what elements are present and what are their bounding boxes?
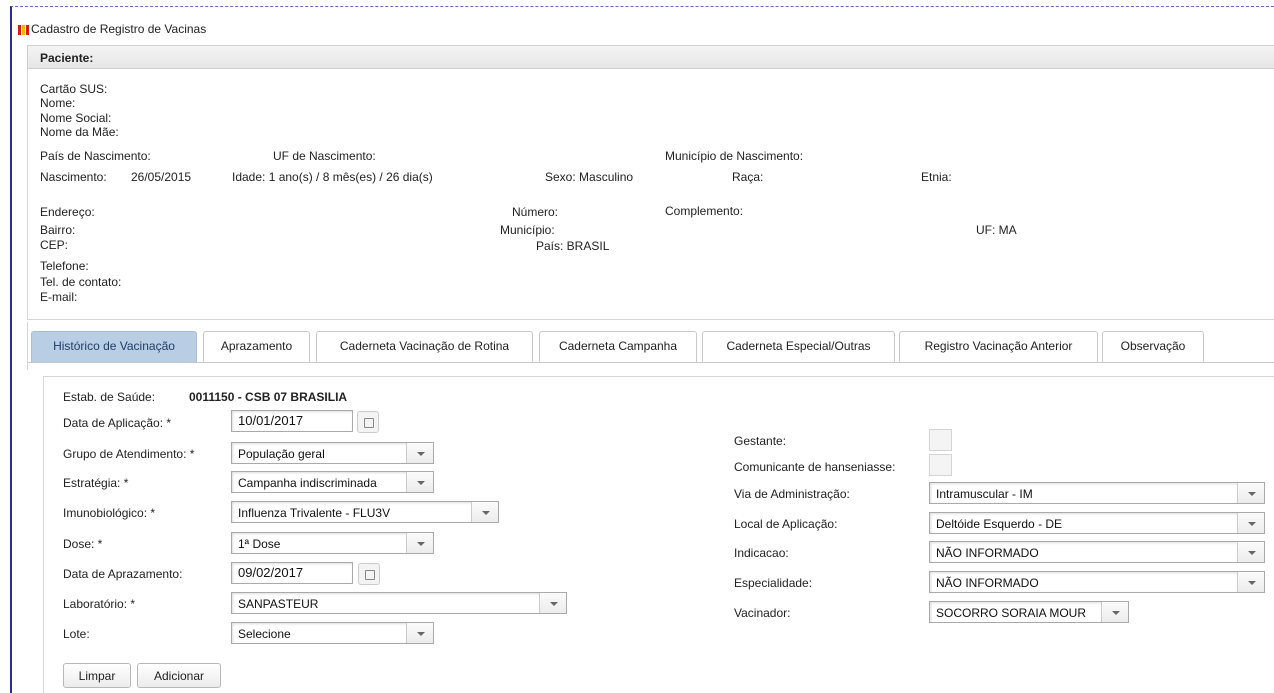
hanseniasse-label: Comunicante de hanseniasse: (734, 460, 896, 474)
chevron-down-icon (1237, 542, 1264, 562)
dose-label: Dose: * (63, 537, 103, 551)
raca-label: Raça: (732, 170, 764, 184)
data-aplicacao-input[interactable]: 10/01/2017 (231, 410, 353, 432)
local-aplicacao-label: Local de Aplicação: (734, 517, 838, 531)
laboratorio-value: SANPASTEUR (238, 597, 319, 611)
patient-panel-border (27, 69, 28, 319)
estab-label: Estab. de Saúde: (63, 390, 156, 404)
tab-observacao[interactable]: Observação (1102, 331, 1204, 362)
endereco-label: Endereço: (40, 205, 95, 219)
sexo-value: Sexo: Masculino (545, 170, 634, 184)
via-administracao-value: Intramuscular - IM (936, 487, 1033, 501)
municipio-label: Município: (500, 223, 555, 237)
chevron-down-icon (406, 533, 433, 553)
local-aplicacao-select[interactable]: Deltóide Esquerdo - DE (929, 512, 1265, 534)
chevron-down-icon (406, 472, 433, 492)
pais-nascimento-label: País de Nascimento: (40, 149, 151, 163)
data-aprazamento-label: Data de Aprazamento: (63, 567, 183, 581)
tab-caderneta-especial[interactable]: Caderneta Especial/Outras (702, 331, 895, 362)
estab-value: 0011150 - CSB 07 BRASILIA (189, 390, 348, 404)
grupo-atendimento-value: População geral (238, 447, 325, 461)
estrategia-select[interactable]: Campanha indiscriminada (231, 471, 434, 493)
calendar-icon[interactable] (358, 563, 380, 585)
cartao-sus-label: Cartão SUS: (40, 82, 108, 96)
local-aplicacao-value: Deltóide Esquerdo - DE (936, 517, 1063, 531)
chevron-down-icon (1101, 602, 1128, 622)
nome-mae-label: Nome da Mãe: (40, 125, 119, 139)
limpar-button[interactable]: Limpar (63, 663, 131, 688)
nome-social-label: Nome Social: (40, 111, 112, 125)
tab-aprazamento[interactable]: Aprazamento (203, 331, 310, 362)
patient-panel-divider (27, 319, 1274, 320)
imunobiologico-select[interactable]: Influenza Trivalente - FLU3V (231, 501, 499, 523)
municipio-nascimento-label: Município de Nascimento: (665, 149, 804, 163)
grupo-atendimento-select[interactable]: População geral (231, 442, 434, 464)
especialidade-value: NÃO INFORMADO (936, 576, 1039, 590)
telefone-label: Telefone: (40, 259, 89, 273)
calendar-icon[interactable] (357, 411, 379, 433)
chevron-down-icon (471, 502, 498, 522)
chevron-down-icon (1237, 572, 1264, 592)
chevron-down-icon (539, 593, 566, 613)
indicacao-label: Indicacao: (734, 546, 789, 560)
chevron-down-icon (406, 623, 433, 643)
nascimento-label: Nascimento: (40, 170, 107, 184)
via-administracao-select[interactable]: Intramuscular - IM (929, 482, 1265, 504)
chevron-down-icon (1237, 483, 1264, 503)
tab-caderneta-campanha[interactable]: Caderneta Campanha (539, 331, 697, 362)
estrategia-label: Estratégia: * (63, 476, 129, 490)
lote-select[interactable]: Selecione (231, 622, 434, 644)
tel-contato-label: Tel. de contato: (40, 275, 122, 289)
grupo-atendimento-label: Grupo de Atendimento: * (63, 447, 195, 461)
gestante-label: Gestante: (734, 434, 787, 448)
patient-header: Paciente: (27, 45, 1274, 69)
nascimento-value: 26/05/2015 (131, 170, 192, 184)
patient-header-label: Paciente: (40, 51, 94, 65)
laboratorio-label: Laboratório: * (63, 597, 136, 611)
form-panel (43, 376, 1274, 693)
gestante-checkbox[interactable] (929, 429, 952, 451)
indicacao-value: NÃO INFORMADO (936, 546, 1039, 560)
tab-registro-anterior[interactable]: Registro Vacinação Anterior (899, 331, 1098, 362)
email-label: E-mail: (40, 290, 78, 304)
especialidade-label: Especialidade: (734, 576, 813, 590)
app-logo (18, 25, 30, 35)
cep-label: CEP: (40, 238, 69, 252)
bairro-label: Bairro: (40, 223, 76, 237)
data-aplicacao-label: Data de Aplicação: * (63, 416, 172, 430)
hanseniasse-checkbox[interactable] (929, 454, 952, 476)
tabs-underline (28, 362, 1274, 363)
chevron-down-icon (406, 443, 433, 463)
idade-value: Idade: 1 ano(s) / 8 mês(es) / 26 dia(s) (232, 170, 433, 184)
nome-label: Nome: (40, 96, 76, 110)
vacinador-value: SOCORRO SORAIA MOUR (936, 606, 1087, 620)
imunobiologico-value: Influenza Trivalente - FLU3V (238, 506, 391, 520)
numero-label: Número: (512, 205, 559, 219)
dose-value: 1ª Dose (238, 537, 281, 551)
data-aprazamento-input[interactable]: 09/02/2017 (231, 562, 353, 584)
etnia-label: Etnia: (921, 170, 952, 184)
via-administracao-label: Via de Administração: (734, 487, 850, 501)
vacinador-select[interactable]: SOCORRO SORAIA MOUR (929, 601, 1129, 623)
indicacao-select[interactable]: NÃO INFORMADO (929, 541, 1265, 563)
imunobiologico-label: Imunobiológico: * (63, 506, 156, 520)
especialidade-select[interactable]: NÃO INFORMADO (929, 571, 1265, 593)
laboratorio-select[interactable]: SANPASTEUR (231, 592, 567, 614)
complemento-label: Complemento: (665, 204, 744, 218)
adicionar-button[interactable]: Adicionar (137, 663, 221, 688)
uf-nascimento-label: UF de Nascimento: (273, 149, 376, 163)
estrategia-value: Campanha indiscriminada (238, 476, 377, 490)
window-title: Cadastro de Registro de Vacinas (31, 22, 207, 36)
chevron-down-icon (1237, 513, 1264, 533)
tab-caderneta-rotina[interactable]: Caderneta Vacinação de Rotina (316, 331, 533, 362)
dose-select[interactable]: 1ª Dose (231, 532, 434, 554)
vacinador-label: Vacinador: (734, 606, 791, 620)
pais-value: País: BRASIL (536, 239, 610, 253)
tab-historico-vacinacao[interactable]: Histórico de Vacinação (31, 331, 197, 362)
lote-value: Selecione (238, 627, 291, 641)
lote-label: Lote: (63, 627, 90, 641)
uf-value: UF: MA (976, 223, 1017, 237)
